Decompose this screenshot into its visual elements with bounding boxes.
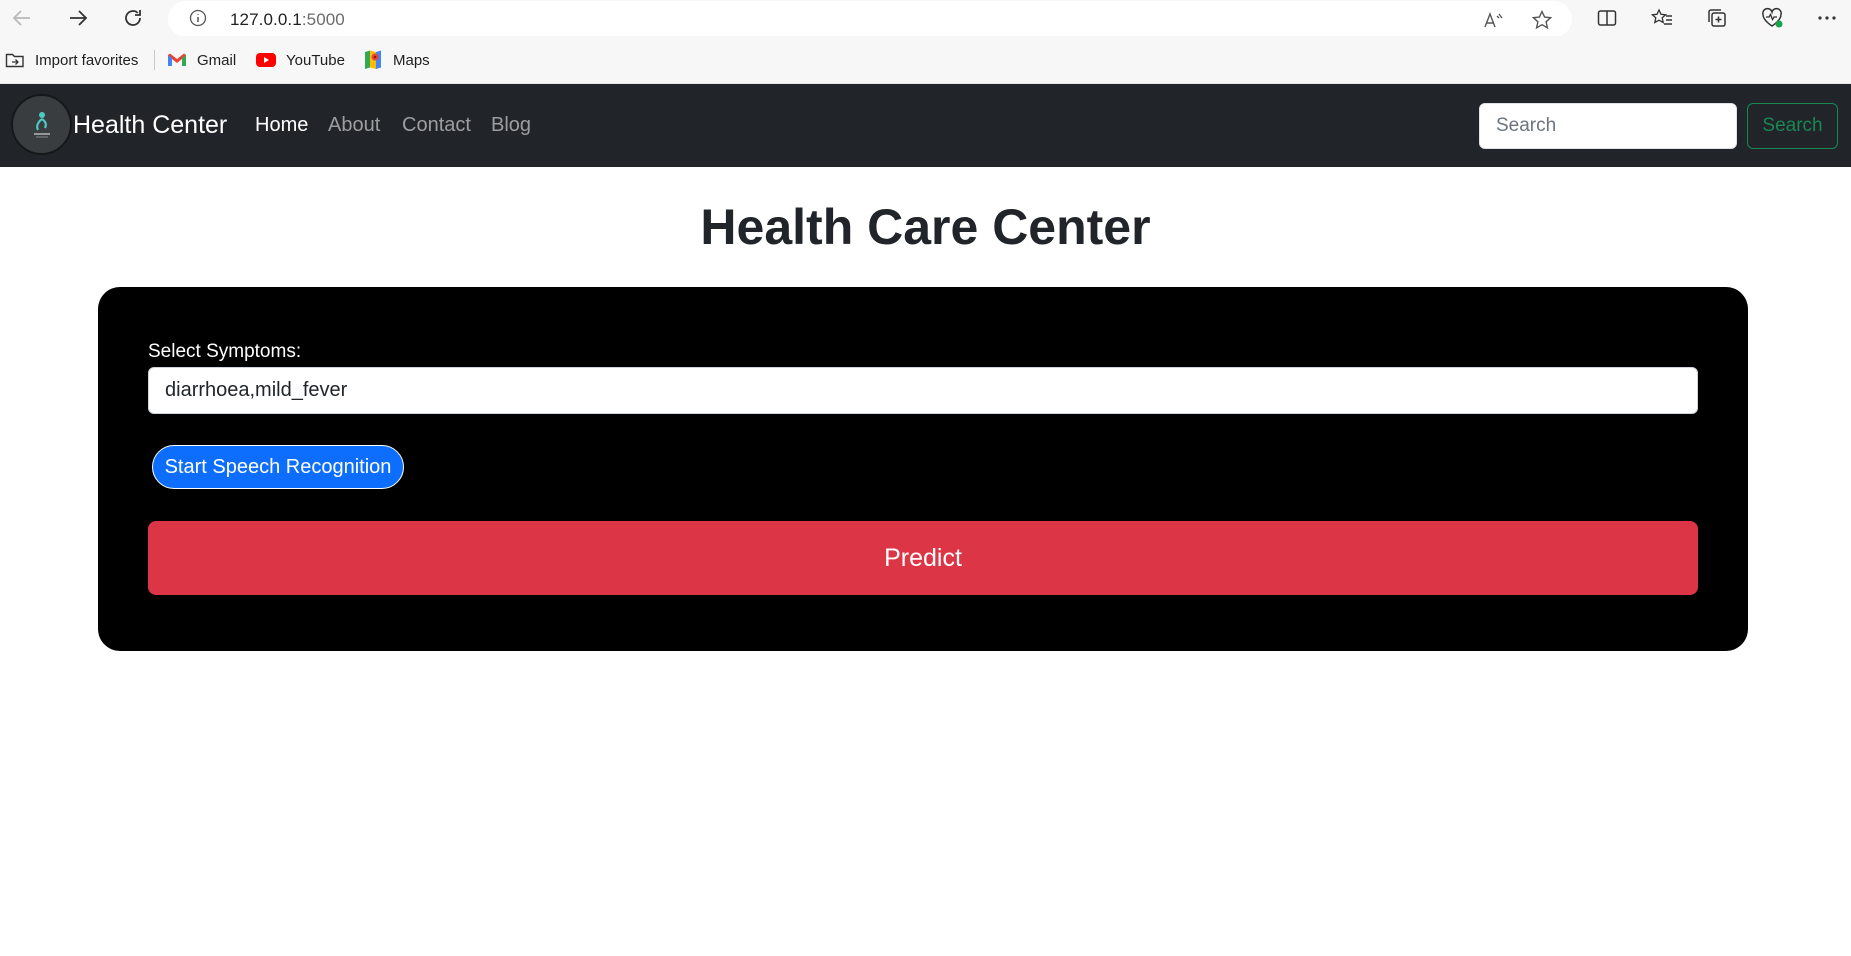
nav-link-blog[interactable]: Blog (491, 114, 531, 137)
youtube-icon (256, 50, 276, 70)
favorite-gmail[interactable]: Gmail (167, 50, 236, 70)
brand-name[interactable]: Health Center (73, 111, 227, 140)
favorite-import[interactable]: Import favorites (5, 50, 138, 70)
predict-button[interactable]: Predict (148, 521, 1698, 595)
favorite-label: Import favorites (35, 51, 139, 69)
start-speech-recognition-button[interactable]: Start Speech Recognition (152, 445, 404, 489)
maps-icon (363, 50, 383, 70)
browser-toolbar: 127.0.0.1:5000 (0, 0, 1851, 37)
import-favorites-icon (5, 50, 25, 70)
refresh-icon[interactable] (117, 2, 149, 34)
page-title: Health Care Center (700, 199, 1151, 255)
favorite-label: Gmail (197, 51, 237, 69)
favorite-star-icon[interactable] (1530, 8, 1554, 32)
favorites-icon[interactable] (1646, 2, 1678, 34)
browser-essentials-icon[interactable] (1756, 2, 1788, 34)
prediction-card: Select Symptoms: diarrhoea,mild_fever St… (98, 287, 1748, 651)
url-text: 127.0.0.1:5000 (230, 10, 345, 30)
nav-link-about[interactable]: About (328, 114, 380, 137)
nav-link-contact[interactable]: Contact (402, 114, 471, 137)
more-icon[interactable] (1811, 2, 1843, 34)
favorites-bar: Import favorites Gmail YouTube Maps (0, 36, 1851, 84)
gmail-icon (167, 50, 187, 70)
brand-logo[interactable] (11, 94, 72, 155)
address-bar[interactable]: 127.0.0.1:5000 (168, 1, 1572, 37)
site-navbar: Health Center Home About Contact Blog Se… (0, 84, 1851, 167)
favorite-label: Maps (393, 51, 430, 69)
back-icon[interactable] (6, 2, 38, 34)
favorite-maps[interactable]: Maps (363, 50, 430, 70)
symptoms-input[interactable]: diarrhoea,mild_fever (148, 367, 1698, 414)
read-aloud-icon[interactable] (1481, 8, 1505, 32)
search-button[interactable]: Search (1747, 103, 1838, 149)
split-screen-icon[interactable] (1591, 2, 1623, 34)
favorite-youtube[interactable]: YouTube (256, 50, 345, 70)
url-host: 127.0.0.1 (230, 10, 302, 29)
favorite-label: YouTube (286, 51, 345, 69)
search-input[interactable]: Search (1479, 103, 1737, 149)
site-info-icon[interactable] (188, 8, 208, 28)
forward-icon[interactable] (62, 2, 94, 34)
favorites-divider (154, 50, 155, 70)
collections-icon[interactable] (1701, 2, 1733, 34)
symptoms-label: Select Symptoms: (148, 341, 302, 362)
nav-link-home[interactable]: Home (255, 114, 308, 137)
url-port: :5000 (301, 10, 345, 29)
